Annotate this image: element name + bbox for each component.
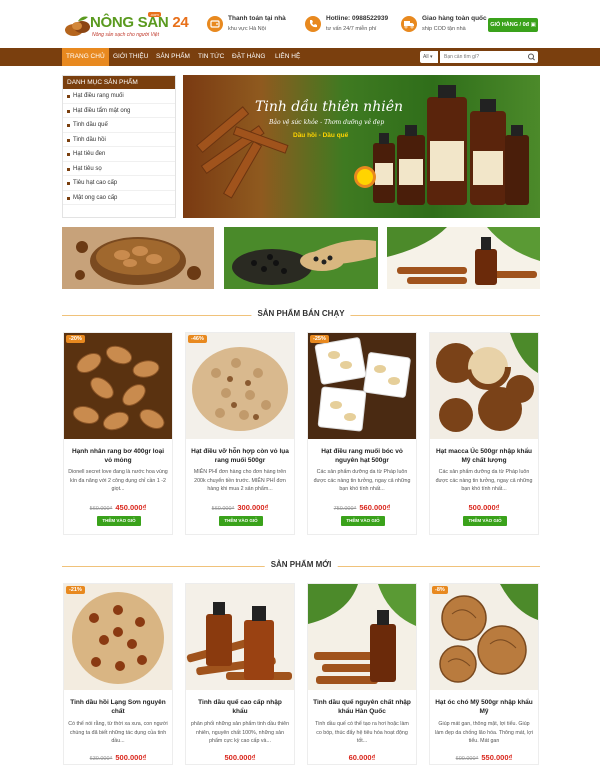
old-price: 750.000₫ — [333, 506, 357, 512]
product-card[interactable]: -8% Hạt óc chó Mỹ 500gr nhập khẩu Mỹ Giú… — [429, 583, 539, 765]
old-price: 600.000₫ — [455, 756, 479, 762]
product-name[interactable]: Hạt điều vỡ hỗn hợp còn vỏ lụa rang muối… — [190, 447, 290, 465]
sidebar-item[interactable]: Tinh dầu hồi — [63, 133, 175, 147]
promo-nuts-image[interactable] — [62, 227, 214, 289]
nav-item-products[interactable]: SẢN PHẨM — [152, 48, 194, 66]
product-card[interactable]: Hạt macca Úc 500gr nhập khẩu Mỹ chất lượ… — [429, 332, 539, 535]
banner-title: Tinh dầu thiên nhiên — [255, 99, 403, 115]
price: 60.000₫ — [348, 753, 376, 762]
sidebar-item[interactable]: Mật ong cao cấp — [63, 191, 175, 205]
logo-brand: NÔNG SẢN 24 — [90, 14, 189, 31]
price: 550.000₫ — [481, 753, 513, 762]
add-to-cart-button[interactable]: THÊM VÀO GIỎ — [219, 516, 263, 526]
product-name[interactable]: Tinh dầu quế cao cấp nhập khẩu — [190, 698, 290, 716]
product-image[interactable] — [308, 333, 416, 439]
product-image[interactable] — [430, 333, 538, 439]
product-description: Các sản phẩm dưỡng da từ Pháp luôn được … — [435, 469, 533, 492]
product-name[interactable]: Tinh dầu quế nguyên chất nhập khẩu Hàn Q… — [312, 698, 412, 716]
discount-badge: -20% — [66, 335, 85, 343]
sidebar-item[interactable]: Hạt điều tẩm mật ong — [63, 104, 175, 118]
nav-item-contact[interactable]: LIÊN HỆ — [271, 48, 304, 66]
sidebar-title: DANH MỤC SẢN PHẨM — [63, 76, 175, 89]
product-image[interactable] — [430, 584, 538, 690]
old-price: 630.000₫ — [89, 756, 113, 762]
product-name[interactable]: Hạt macca Úc 500gr nhập khẩu Mỹ chất lượ… — [434, 447, 534, 465]
product-description: MIỄN PHÍ đơn hàng cho đơn hàng trên 200k… — [193, 469, 287, 492]
add-to-cart-button[interactable]: THÊM VÀO GIỎ — [463, 516, 507, 526]
sidebar-item[interactable]: Hạt điều rang muối — [63, 89, 175, 104]
search-button[interactable] — [525, 51, 538, 63]
product-description: Dionell secret love đang là nước hoa vùn… — [68, 469, 168, 492]
product-image[interactable] — [186, 584, 294, 690]
best-sellers-heading: SẢN PHẨM BÁN CHẠY — [62, 309, 540, 321]
cinnamon-bottles-illustration — [196, 85, 529, 205]
sidebar-item[interactable]: Tinh dầu quế — [63, 118, 175, 133]
product-image[interactable] — [64, 584, 172, 690]
nav-item-news[interactable]: TIN TỨC — [194, 48, 228, 66]
product-description: Có thể nói rằng, từ thời xa xưa, con ngư… — [68, 721, 168, 744]
product-card[interactable]: Tinh dầu quế cao cấp nhập khẩu phân phối… — [185, 583, 295, 765]
product-description: Tinh dầu quế có thể tạo ra hơi hoặc làm … — [315, 721, 409, 744]
add-to-cart-button[interactable]: THÊM VÀO GIỎ — [341, 516, 385, 526]
cart-button[interactable]: GIỎ HÀNG / 0đ ▣ — [488, 18, 538, 32]
product-name[interactable]: Hạt điều rang muối bóc vỏ nguyên hạt 500… — [312, 447, 412, 465]
product-image[interactable] — [186, 333, 294, 439]
promo-pepper-image[interactable] — [224, 227, 378, 289]
site-header: NÔNG SẢN 24 .com Nông sản sạch cho người… — [0, 0, 600, 48]
product-name[interactable]: Hạt óc chó Mỹ 500gr nhập khẩu Mỹ — [434, 698, 534, 716]
nuts-logo-icon — [65, 16, 90, 36]
site-logo[interactable]: NÔNG SẢN 24 .com Nông sản sạch cho người… — [64, 9, 189, 41]
sidebar-item[interactable]: Tiêu hạt cao cấp — [63, 176, 175, 191]
nav-item-about[interactable]: GIỚI THIỆU — [109, 48, 152, 66]
truck-icon — [401, 16, 417, 32]
promo-cinnamon-oil-image[interactable] — [387, 227, 540, 289]
product-card[interactable]: -20% Hạnh nhân rang bơ 400gr loại vỏ mỏn… — [63, 332, 173, 535]
category-filter-select[interactable]: All ▾ — [420, 51, 438, 63]
hero-banner[interactable]: Tinh dầu thiên nhiên Bảo vệ sức khỏe - T… — [183, 75, 540, 218]
discount-badge: -25% — [310, 335, 329, 343]
phone-icon — [305, 16, 321, 32]
wallet-icon — [207, 16, 223, 32]
nav-item-order[interactable]: ĐẶT HÀNG — [228, 48, 269, 66]
nav-item-home[interactable]: TRANG CHỦ — [62, 48, 109, 66]
logo-tagline: Nông sản sạch cho người Việt — [92, 32, 159, 38]
price: 500.000₫ — [115, 753, 147, 762]
price: 500.000₫ — [224, 753, 256, 762]
discount-badge: -8% — [432, 586, 448, 594]
price: 560.000₫ — [359, 503, 391, 512]
old-price: 560.000₫ — [211, 506, 235, 512]
product-image[interactable] — [308, 584, 416, 690]
product-description: Các sản phẩm dưỡng da từ Pháp luôn được … — [313, 469, 411, 492]
search-input[interactable] — [440, 51, 525, 63]
discount-badge: -21% — [66, 586, 85, 594]
sidebar-item[interactable]: Hạt tiêu đen — [63, 147, 175, 162]
category-sidebar: DANH MỤC SẢN PHẨM Hạt điều rang muối Hạt… — [62, 75, 176, 218]
product-card[interactable]: Tinh dầu quế nguyên chất nhập khẩu Hàn Q… — [307, 583, 417, 765]
add-to-cart-button[interactable]: THÊM VÀO GIỎ — [97, 516, 141, 526]
product-name[interactable]: Hạnh nhân rang bơ 400gr loại vỏ mỏng — [68, 447, 168, 465]
price: 500.000₫ — [468, 503, 500, 512]
product-description: phân phối những sản phẩm tinh dầu thiên … — [190, 721, 290, 744]
product-description: Giúp mát gan, thông mật, lợi tiểu. Giúp … — [435, 721, 533, 744]
logo-badge: .com — [148, 12, 161, 17]
discount-badge: -46% — [188, 335, 207, 343]
cart-icon: ▣ — [530, 22, 536, 28]
product-card[interactable]: -25% Hạt điều rang muối bóc vỏ nguyên hạ… — [307, 332, 417, 535]
main-nav: TRANG CHỦ GIỚI THIỆU SẢN PHẨM TIN TỨC ĐẶ… — [0, 48, 600, 66]
price: 300.000₫ — [237, 503, 269, 512]
banner-subtitle: Bảo vệ sức khỏe - Thơm dưỡng vẻ đẹp — [269, 119, 385, 126]
new-products-heading: SẢN PHẨM MỚI — [62, 560, 540, 572]
product-card[interactable]: -21% Tinh dầu hồi Lạng Sơn nguyên chất C… — [63, 583, 173, 765]
old-price: 560.000₫ — [89, 506, 113, 512]
banner-subtitle2: Dầu hồi - Dầu quế — [293, 132, 349, 139]
product-name[interactable]: Tinh dầu hồi Lạng Sơn nguyên chất — [68, 698, 168, 716]
price: 450.000₫ — [115, 503, 147, 512]
product-card[interactable]: -46% Hạt điều vỡ hỗn hợp còn vỏ lụa rang… — [185, 332, 295, 535]
search-icon — [528, 53, 535, 61]
product-image[interactable] — [64, 333, 172, 439]
sidebar-item[interactable]: Hạt tiêu sọ — [63, 162, 175, 176]
